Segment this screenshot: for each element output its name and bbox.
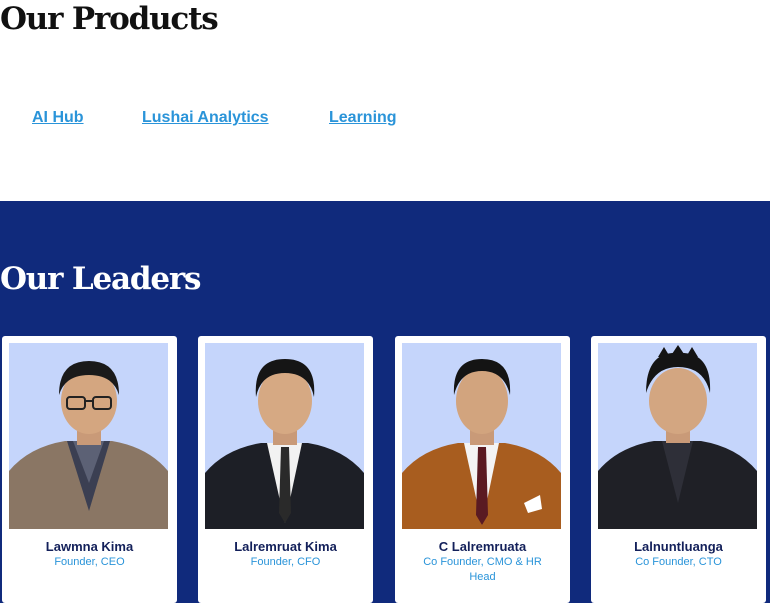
- leader-photo: [598, 343, 757, 529]
- leader-portrait-image: [9, 343, 168, 529]
- leader-portrait-image: [598, 343, 757, 529]
- leader-role: Co Founder, CMO & HR Head: [423, 556, 542, 583]
- leader-card-lalnuntluanga: Lalnuntluanga Co Founder, CTO: [591, 336, 766, 603]
- leader-photo: [205, 343, 364, 529]
- product-link-lushai-analytics[interactable]: Lushai Analytics: [142, 109, 269, 127]
- leader-portrait-image: [205, 343, 364, 529]
- leader-card-lawmna-kima: Lawmna Kima Founder, CEO: [2, 336, 177, 603]
- leader-card-c-lalremruata: C Lalremruata Co Founder, CMO & HR Head: [395, 336, 570, 603]
- leaders-heading: Our Leaders: [0, 261, 201, 297]
- leader-photo: [402, 343, 561, 529]
- product-link-learning[interactable]: Learning: [329, 109, 397, 127]
- leader-role: Founder, CEO: [54, 556, 125, 568]
- products-heading: Our Products: [0, 1, 219, 37]
- leader-portrait-image: [402, 343, 561, 529]
- leader-card-lalremruat-kima: Lalremruat Kima Founder, CFO: [198, 336, 373, 603]
- leader-name: Lalremruat Kima: [234, 539, 337, 554]
- product-link-ai-hub[interactable]: AI Hub: [32, 109, 84, 127]
- leader-role: Founder, CFO: [250, 556, 321, 568]
- leader-cards: Lawmna Kima Founder, CEO Lalremruat Kima…: [0, 336, 770, 603]
- leader-name: Lawmna Kima: [45, 539, 134, 554]
- leader-name: Lalnuntluanga: [634, 539, 723, 554]
- leader-name: C Lalremruata: [438, 539, 527, 554]
- leader-role: Co Founder, CTO: [635, 556, 722, 568]
- leader-photo: [9, 343, 168, 529]
- leaders-section: Our Leaders Lawmna Kima Founder, CEO Lal…: [0, 201, 770, 603]
